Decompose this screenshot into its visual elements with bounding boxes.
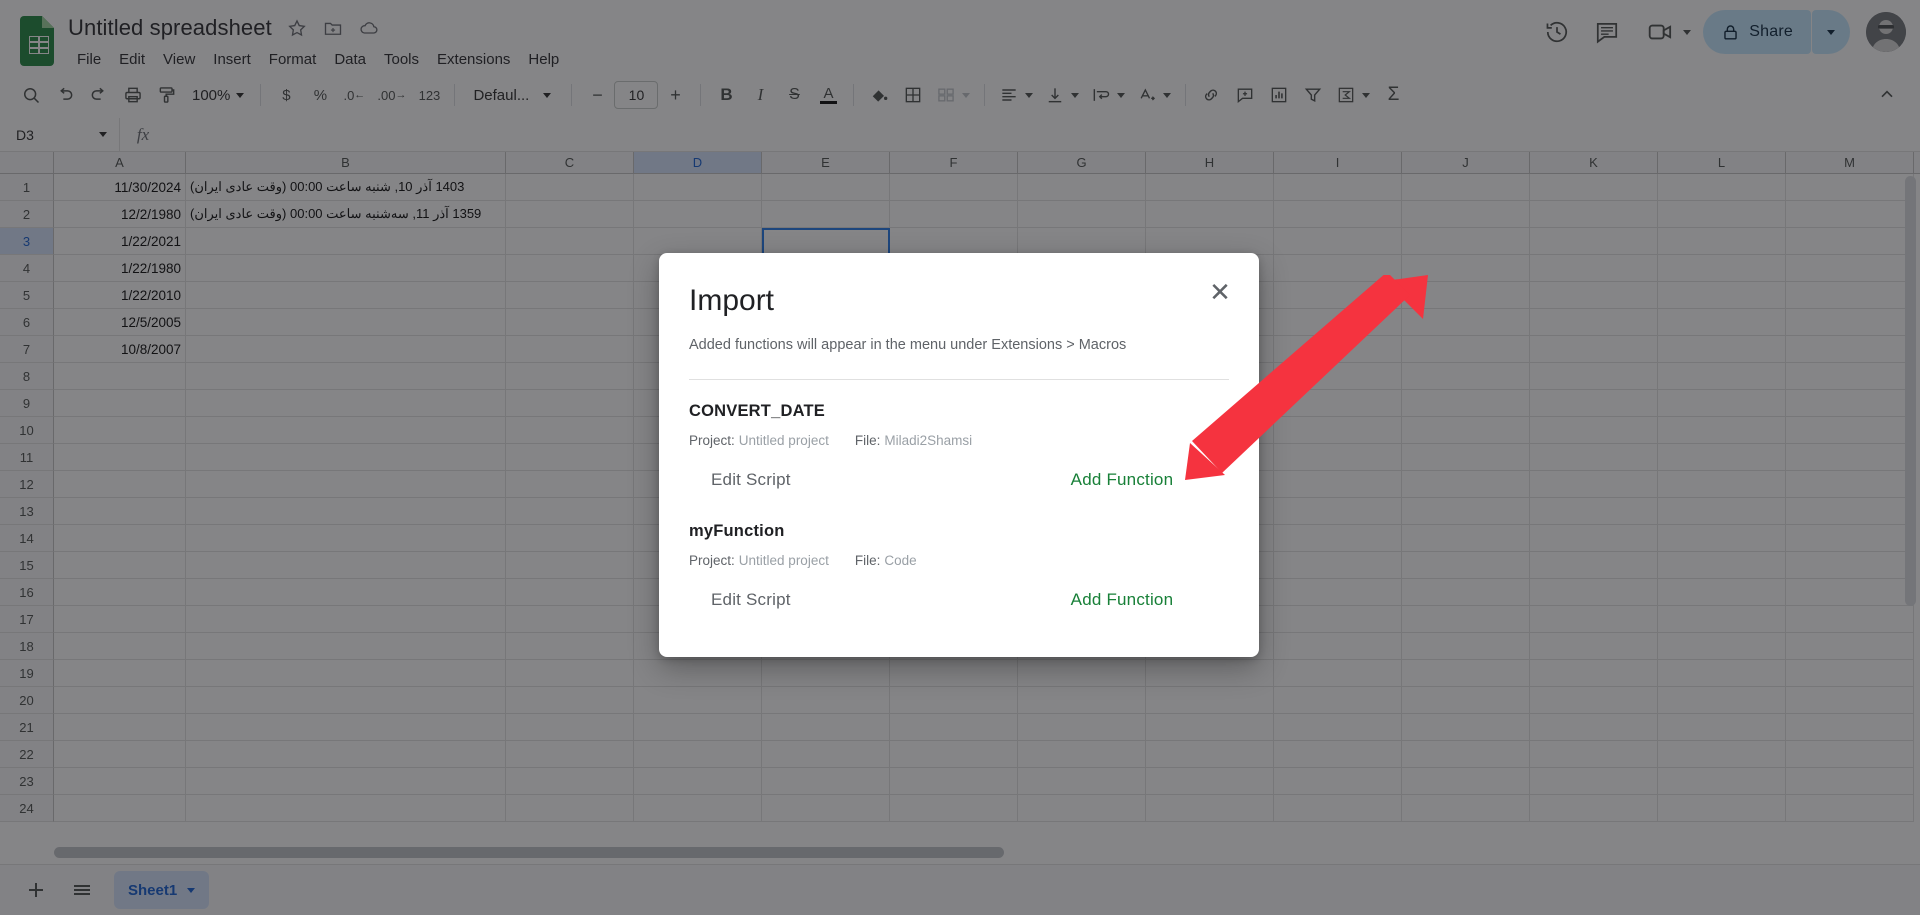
file-value: Miladi2Shamsi [884, 433, 973, 448]
project-value: Untitled project [738, 553, 829, 568]
add-function-button[interactable]: Add Function [1049, 460, 1196, 500]
file-label: File: [854, 433, 881, 448]
function-actions: Edit Script Add Function [689, 460, 1229, 500]
close-icon[interactable]: ✕ [1203, 275, 1237, 309]
add-function-button[interactable]: Add Function [1049, 580, 1196, 620]
file-label: File: [854, 553, 881, 568]
google-sheets-window: Untitled spreadsheet [0, 0, 1920, 915]
function-name: CONVERT_DATE [689, 402, 825, 420]
edit-script-button[interactable]: Edit Script [689, 580, 813, 620]
edit-script-button[interactable]: Edit Script [689, 460, 813, 500]
project-label: Project: [689, 553, 735, 568]
dialog-title: Import [689, 284, 775, 317]
function-meta: Project: Untitled project File: Miladi2Sha… [689, 433, 1229, 448]
function-entry-convert-date: CONVERT_DATE Project: Untitled project Fi… [689, 402, 1229, 500]
project-label: Project: [689, 433, 735, 448]
function-entry-myfunction: myFunction Project: Untitled project File… [689, 522, 1229, 620]
function-name: myFunction [689, 522, 785, 540]
import-dialog: Import ✕ Added functions will appear in … [659, 253, 1259, 657]
file-value: Code [884, 553, 917, 568]
function-actions: Edit Script Add Function [689, 580, 1229, 620]
function-meta: Project: Untitled project File: Code [689, 553, 1229, 568]
project-value: Untitled project [738, 433, 829, 448]
dialog-subtitle: Added functions will appear in the menu … [689, 337, 1127, 353]
divider [689, 379, 1229, 380]
